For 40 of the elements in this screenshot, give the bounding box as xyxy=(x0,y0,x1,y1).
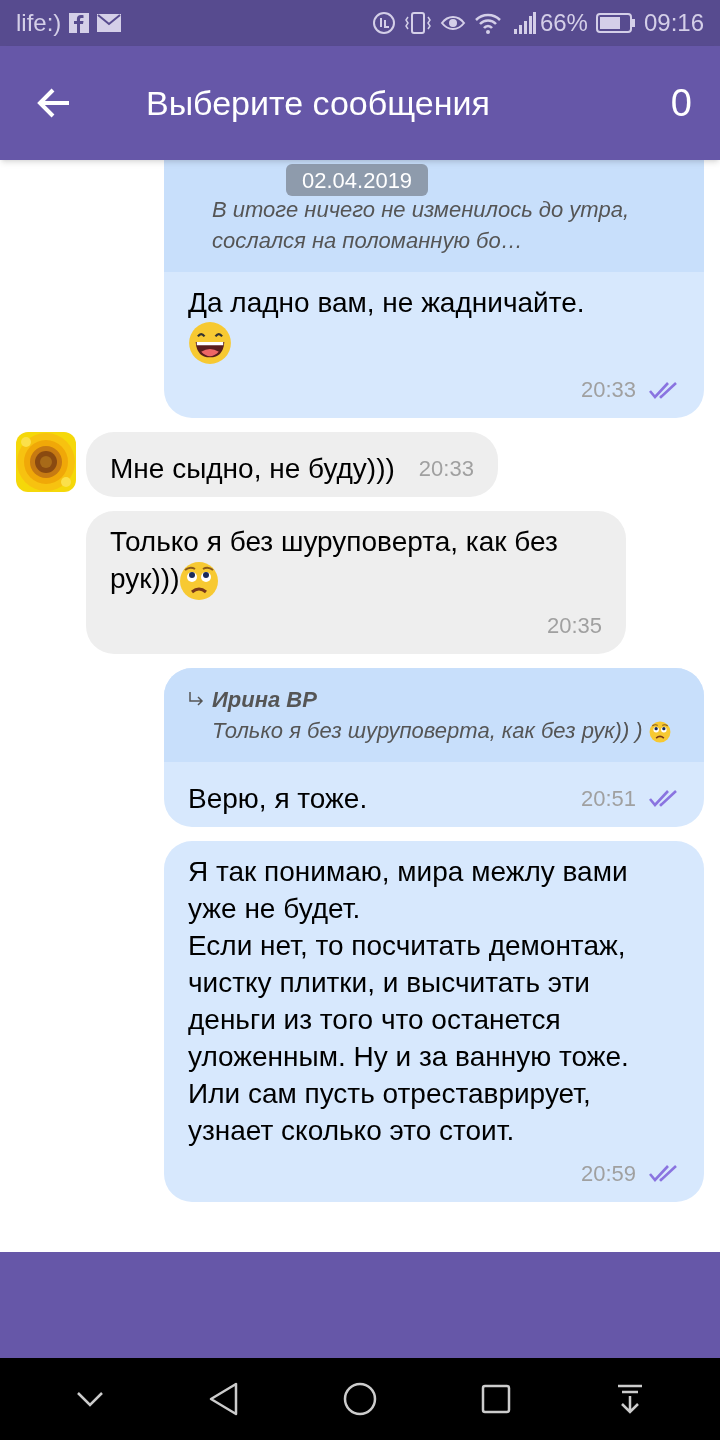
hide-nav-icon[interactable] xyxy=(76,1391,105,1407)
message-text: Мне сыдно, не буду))) xyxy=(110,453,395,484)
sent-message-bubble[interactable]: Ирина ВР Только я без шуруповерта, как без рук)) ) Верю, я тоже. 20:51 xyxy=(164,667,704,827)
reply-arrow-icon xyxy=(188,691,204,708)
mail-icon xyxy=(97,14,122,32)
message-text: Я так понимаю, мира межлу вами уже не будет. Если нет, то посчитать демонтаж, чистку плитки, и высчитать эти деньги из того что останется уложенным. Ну и за ванную тоже. Или сам пусть отреставрирует, узнает сколько это стоит. xyxy=(188,855,629,1146)
clock: 09:16 xyxy=(643,8,704,38)
message-text: Да ладно вам, не жадничайте. xyxy=(188,287,585,318)
back-arrow-icon xyxy=(37,88,71,118)
eye-icon xyxy=(439,13,466,33)
quoted-message[interactable]: Ирина ВР Только я без шуруповерта, как без рук)) ) xyxy=(164,667,704,762)
wifi-icon xyxy=(473,12,502,34)
home-icon[interactable] xyxy=(342,1382,377,1416)
date-pill: 02.04.2019 xyxy=(286,164,429,196)
carrier-label: life:) xyxy=(16,8,62,38)
received-message-bubble[interactable]: Только я без шуруповерта, как без рук))) 20:35 xyxy=(86,511,626,654)
message-time: 20:35 xyxy=(546,611,602,640)
message-time: 20:33 xyxy=(418,455,474,483)
screen-title: Выберите сообщения xyxy=(146,82,491,124)
message-time: 20:59 xyxy=(580,1159,636,1188)
vibrate-icon xyxy=(403,11,432,35)
notifications-icon[interactable] xyxy=(615,1384,644,1414)
message-text: Верю, я тоже. xyxy=(188,782,368,814)
message-text: Только я без шуруповерта, как без рук))) xyxy=(110,526,558,594)
selected-count: 0 xyxy=(670,80,692,126)
signal-icon xyxy=(513,12,536,34)
battery-percent: 66% xyxy=(539,8,588,38)
battery-icon xyxy=(595,13,636,33)
message-time: 20:51 xyxy=(580,784,636,813)
message-time: 20:33 xyxy=(580,376,636,404)
quote-text: Только я без шуруповерта, как без рук)) ) xyxy=(212,717,643,743)
sent-message-bubble[interactable] xyxy=(164,840,704,1202)
quote-author: Ирина ВР xyxy=(212,685,317,714)
recents-icon[interactable] xyxy=(481,1384,512,1414)
received-message-bubble[interactable]: Мне сыдно, не буду))) 20:33 xyxy=(86,432,498,497)
worried-face-icon xyxy=(648,720,671,743)
data-saver-icon xyxy=(371,11,396,35)
facebook-icon xyxy=(69,13,90,33)
back-icon[interactable] xyxy=(208,1382,239,1416)
quote-text: В итоге ничего не изменилось до утра, сослался на поломанную бо… xyxy=(212,197,630,253)
